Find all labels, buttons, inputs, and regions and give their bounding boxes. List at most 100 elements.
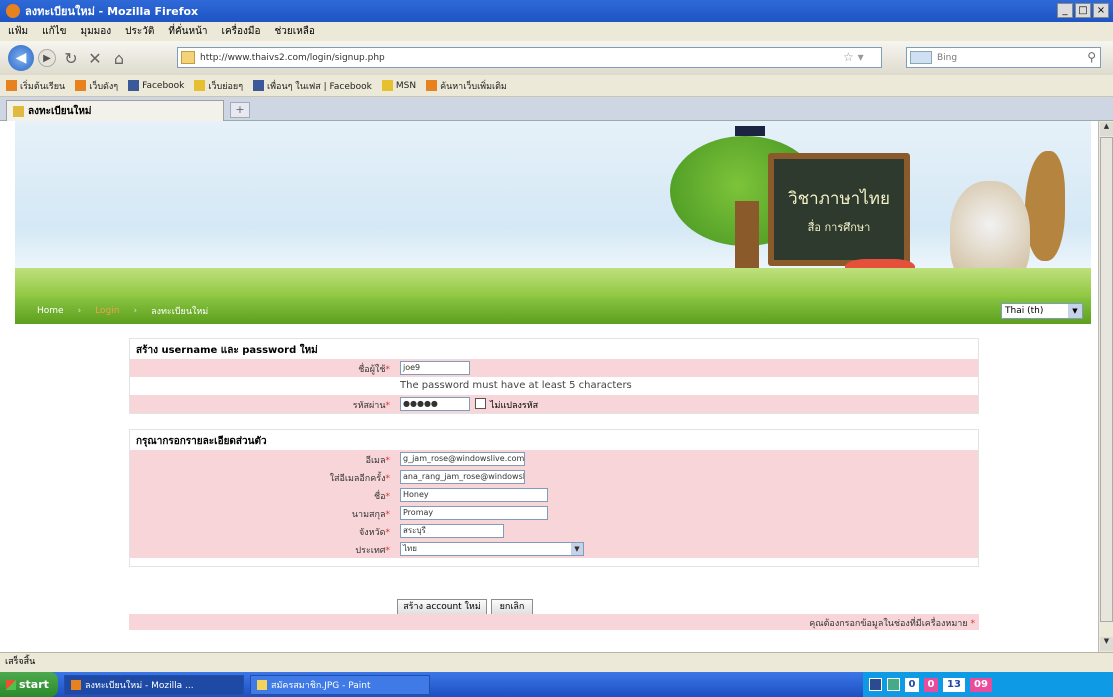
search-box[interactable]: Bing ⚲	[906, 47, 1101, 68]
folder-icon	[194, 80, 206, 91]
lastname-label: นามสกุล*	[351, 510, 390, 520]
username-row: ชื่อผู้ใช้* joe9	[130, 359, 978, 377]
start-button[interactable]: start	[0, 672, 58, 697]
board-title: วิชาภาษาไทย	[788, 189, 890, 209]
close-button[interactable]: ×	[1093, 3, 1109, 18]
email-confirm-field[interactable]: ana_rang_jam_rose@windowsl	[400, 470, 525, 484]
home-icon[interactable]: ⌂	[108, 49, 130, 68]
taskbar-item-paint[interactable]: สมัครสมาชิก.JPG - Paint	[250, 674, 430, 695]
menu-tools[interactable]: เครื่องมือ	[222, 24, 261, 39]
menu-edit[interactable]: แก้ไข	[42, 24, 66, 39]
required-note: คุณต้องกรอกข้อมูลในช่องที่มีเครื่องหมาย …	[809, 619, 975, 629]
taskbar-item-firefox[interactable]: ลงทะเบียนใหม่ - Mozilla ...	[64, 674, 244, 695]
password-row: รหัสผ่าน* ●●●●● ไม่แปลงรหัส	[130, 395, 978, 413]
email-label: อีเมล*	[365, 456, 390, 466]
account-section: สร้าง username และ password ใหม่ ชื่อผู้…	[129, 338, 979, 414]
menu-help[interactable]: ช่วยเหลือ	[275, 24, 315, 39]
country-label: ประเทศ*	[355, 546, 390, 556]
menu-history[interactable]: ประวัติ	[125, 24, 154, 39]
reload-icon[interactable]: ↻	[60, 49, 82, 68]
facebook-icon	[128, 80, 140, 91]
lastname-row: นามสกุล* Promay	[130, 504, 978, 522]
bookmark-label: เริ่มต้นเรียน	[20, 81, 66, 92]
bookmark-label: เว็บย่อยๆ	[208, 81, 244, 92]
site-favicon-icon	[181, 51, 195, 64]
menu-view[interactable]: มุมมอง	[81, 24, 112, 39]
password-label: รหัสผ่าน*	[352, 401, 390, 411]
scroll-thumb[interactable]	[1100, 137, 1113, 622]
tray-meter: 13	[943, 677, 965, 692]
firstname-label: ชื่อ*	[373, 492, 390, 502]
stop-icon[interactable]: ✕	[84, 49, 106, 68]
bookmark-item[interactable]: เพื่อนๆ ในเฟส | Facebook	[253, 79, 372, 93]
breadcrumb-home[interactable]: Home	[37, 306, 64, 316]
tray-app-icon[interactable]	[869, 678, 882, 691]
bookmark-item[interactable]: เว็บย่อยๆ	[194, 79, 243, 93]
city-label: จังหวัด*	[359, 528, 390, 538]
bookmark-label: เว็บดังๆ	[89, 81, 119, 92]
bookmark-item[interactable]: เว็บดังๆ	[75, 79, 118, 93]
paint-icon	[257, 679, 267, 690]
window-controls: _ □ ×	[1057, 3, 1109, 18]
breadcrumb-current: ลงทะเบียนใหม่	[151, 307, 209, 317]
search-placeholder: Bing	[937, 52, 958, 63]
required-note-row: คุณต้องกรอกข้อมูลในช่องที่มีเครื่องหมาย …	[129, 614, 979, 630]
search-icon[interactable]: ⚲	[1087, 50, 1096, 64]
breadcrumb-separator: ›	[77, 306, 82, 316]
forward-button[interactable]: ▶	[38, 49, 56, 67]
city-field[interactable]: สระบุรี	[400, 524, 504, 538]
unmask-checkbox[interactable]	[475, 398, 486, 409]
forward-arrow-icon: ▶	[43, 52, 51, 64]
bookmark-label: ค้นหาเว็บเพิ่มเติม	[440, 81, 507, 92]
password-field[interactable]: ●●●●●	[400, 397, 470, 411]
lastname-field[interactable]: Promay	[400, 506, 548, 520]
tab-strip: ลงทะเบียนใหม่ +	[0, 97, 1113, 121]
new-tab-button[interactable]: +	[230, 102, 250, 118]
graduation-cap-icon	[735, 126, 765, 136]
tray-network-icon[interactable]	[887, 678, 900, 691]
tab-signup[interactable]: ลงทะเบียนใหม่	[6, 100, 224, 121]
scroll-up-icon[interactable]: ▲	[1100, 122, 1113, 136]
bookmark-item[interactable]: MSN	[381, 80, 416, 91]
password-hint: The password must have at least 5 charac…	[400, 380, 632, 391]
search-engine-icon[interactable]	[910, 51, 932, 64]
firstname-field[interactable]: Honey	[400, 488, 548, 502]
bookmark-star-icon[interactable]: ☆ ▾	[843, 50, 864, 64]
username-label: ชื่อผู้ใช้*	[358, 365, 390, 375]
bookmark-item[interactable]: Facebook	[128, 80, 184, 91]
country-row: ประเทศ* ไทย ▼	[130, 540, 978, 558]
breadcrumb-separator: ›	[133, 306, 138, 316]
maximize-button[interactable]: □	[1075, 3, 1091, 18]
url-text: http://www.thaivs2.com/login/signup.php	[200, 52, 385, 63]
language-select[interactable]: Thai (th) ▼	[1001, 303, 1083, 319]
bookmark-item[interactable]: เริ่มต้นเรียน	[6, 79, 65, 93]
taskbar-item-label: สมัครสมาชิก.JPG - Paint	[271, 680, 371, 691]
breadcrumb-login[interactable]: Login	[95, 306, 119, 316]
window-titlebar: ลงทะเบียนใหม่ - Mozilla Firefox _ □ ×	[0, 0, 1113, 22]
bookmark-item[interactable]: ค้นหาเว็บเพิ่มเติม	[426, 79, 507, 93]
scroll-down-icon[interactable]: ▼	[1100, 637, 1113, 651]
breadcrumb: Home › Login › ลงทะเบียนใหม่ Thai (th) ▼	[15, 298, 1091, 324]
language-selected: Thai (th)	[1005, 306, 1044, 316]
tab-label: ลงทะเบียนใหม่	[28, 105, 92, 117]
back-button[interactable]: ◀	[8, 45, 34, 71]
chevron-down-icon: ▼	[571, 543, 583, 555]
back-arrow-icon: ◀	[15, 50, 27, 66]
menu-bookmarks[interactable]: ที่คั่นหน้า	[168, 24, 207, 39]
grass-hills	[15, 268, 1091, 298]
tray-meter: 0	[924, 677, 938, 692]
chalkboard: วิชาภาษาไทย สื่อ การศึกษา	[768, 153, 910, 266]
url-bar[interactable]: http://www.thaivs2.com/login/signup.php	[177, 47, 882, 68]
account-section-heading: สร้าง username และ password ใหม่	[136, 345, 318, 356]
firefox-icon	[6, 4, 20, 18]
menu-bar: แฟ้ม แก้ไข มุมมอง ประวัติ ที่คั่นหน้า เค…	[0, 22, 1113, 41]
email-field[interactable]: g_jam_rose@windowslive.com	[400, 452, 525, 466]
site-banner: วิชาภาษาไทย สื่อ การศึกษา	[15, 121, 1091, 298]
status-bar: เสร็จสิ้น	[0, 652, 1113, 672]
bookmark-label: Facebook	[142, 80, 185, 91]
minimize-button[interactable]: _	[1057, 3, 1073, 18]
page-scrollbar[interactable]: ▲ ▼	[1098, 121, 1113, 652]
country-select[interactable]: ไทย ▼	[400, 542, 584, 556]
menu-file[interactable]: แฟ้ม	[8, 24, 28, 39]
username-field[interactable]: joe9	[400, 361, 470, 375]
